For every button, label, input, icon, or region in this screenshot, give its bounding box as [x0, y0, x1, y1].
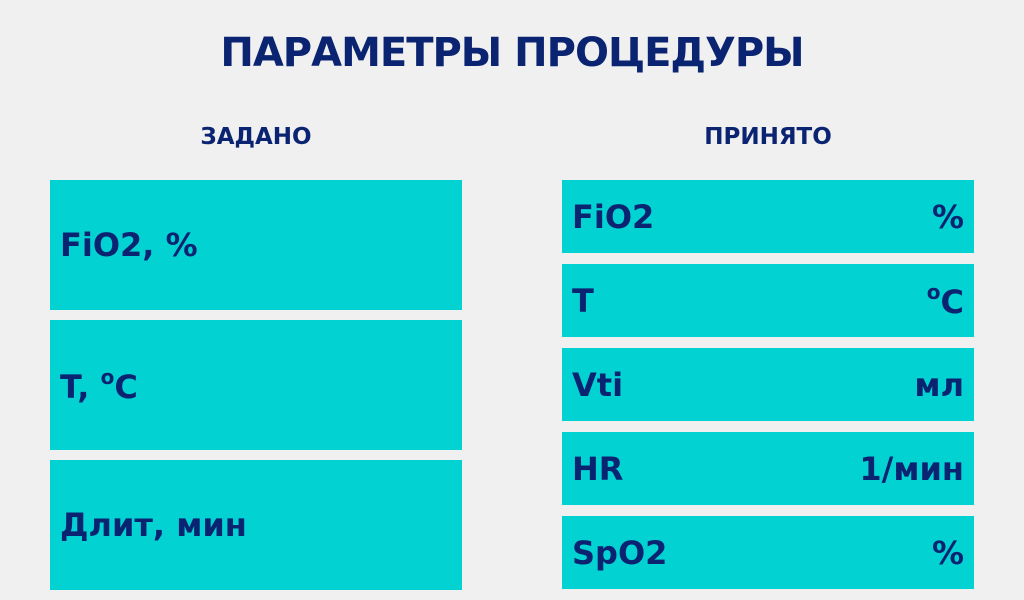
- set-fio2-label: FiO2, %: [60, 226, 198, 264]
- received-unit: 1/мин: [859, 449, 964, 488]
- set-temperature-label: T, oC: [60, 364, 138, 406]
- received-unit: oC: [926, 280, 964, 321]
- set-header: ЗАДАНО: [200, 124, 312, 150]
- received-unit: %: [931, 197, 964, 236]
- set-duration-field[interactable]: Длит, мин: [50, 460, 462, 590]
- received-label: Vti: [572, 365, 624, 404]
- set-temperature-field[interactable]: T, oC: [50, 320, 462, 450]
- received-label: FiO2: [572, 197, 655, 236]
- received-temperature-row: ToC: [562, 264, 974, 337]
- received-spo2-row: SpO2%: [562, 516, 974, 589]
- received-label: HR: [572, 449, 624, 488]
- received-unit: %: [931, 533, 964, 572]
- page-title: ПАРАМЕТРЫ ПРОЦЕДУРЫ: [220, 30, 804, 76]
- received-vti-row: Vti мл: [562, 348, 974, 421]
- set-fio2-field[interactable]: FiO2, %: [50, 180, 462, 310]
- received-hr-row: HR 1/мин: [562, 432, 974, 505]
- received-fio2-row: FiO2%: [562, 180, 974, 253]
- received-label: SpO2: [572, 533, 668, 572]
- received-label: T: [572, 281, 594, 320]
- set-duration-label: Длит, мин: [60, 506, 247, 544]
- received-header: ПРИНЯТО: [704, 124, 832, 150]
- received-unit: мл: [914, 365, 964, 404]
